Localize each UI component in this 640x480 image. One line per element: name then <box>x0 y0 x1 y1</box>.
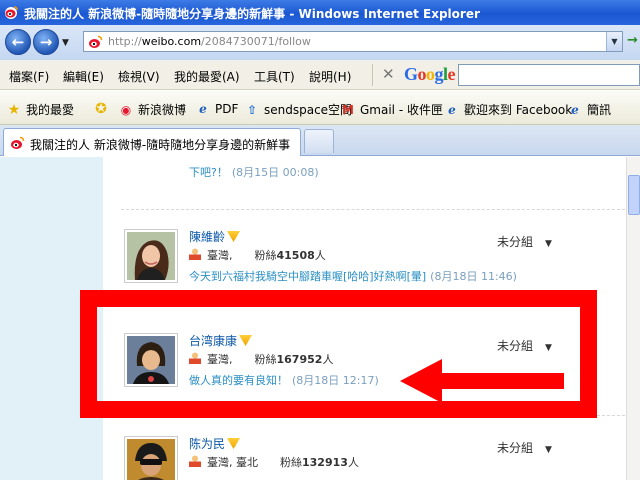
user-photo <box>127 232 175 280</box>
fav-item-facebook[interactable]: e 歡迎來到 Facebook <box>444 101 572 118</box>
fav-item-weibo[interactable]: ◉ 新浪微博 <box>118 101 186 118</box>
verified-v-icon <box>227 231 241 242</box>
group-dropdown[interactable]: 未分組 ▼ <box>497 439 552 456</box>
status-text[interactable]: 今天到六福村我騎空中腳踏車喔[哈哈]好熱啊[暈] (8月18日 11:46) <box>189 268 517 284</box>
address-bar[interactable]: http://weibo.com/2084730071/follow ▼ <box>83 31 623 52</box>
ie-page-icon: e <box>571 102 579 117</box>
menu-tools[interactable]: 工具(T) <box>254 68 295 85</box>
address-url[interactable]: http://weibo.com/2084730071/follow <box>108 35 311 48</box>
window-title: 我關注的人 新浪微博-隨時隨地分享身邊的新鮮事 - Windows Intern… <box>24 7 480 21</box>
avatar[interactable] <box>124 229 178 283</box>
weibo-favicon-icon <box>5 6 18 19</box>
red-arrow-icon <box>400 359 564 403</box>
ie-page-icon: e <box>448 102 456 117</box>
forward-arrow-icon: → <box>39 33 53 51</box>
window-title-bar: 我關注的人 新浪微博-隨時隨地分享身邊的新鮮事 - Windows Intern… <box>0 0 640 25</box>
tab-label: 我關注的人 新浪微博-隨時隨地分享身邊的新鮮事 <box>30 138 291 152</box>
menu-view[interactable]: 檢視(V) <box>118 68 160 85</box>
tab-bar: 我關注的人 新浪微博-隨時隨地分享身邊的新鮮事 <box>0 125 640 156</box>
add-favorite-button[interactable]: ✪ <box>93 101 113 117</box>
menu-file[interactable]: 檔案(F) <box>9 68 49 85</box>
menu-edit[interactable]: 編輯(E) <box>63 68 104 85</box>
add-star-icon: ✪ <box>95 101 107 117</box>
menu-divider <box>372 64 373 86</box>
google-search-input[interactable] <box>458 64 640 86</box>
back-arrow-icon: ← <box>11 33 25 51</box>
tab-active[interactable]: 我關注的人 新浪微博-隨時隨地分享身邊的新鮮事 <box>3 128 301 156</box>
back-button[interactable]: ← <box>5 29 31 55</box>
favorites-button[interactable]: ★ 我的最愛 <box>6 101 74 118</box>
google-logo-letter: o <box>426 64 435 84</box>
gmail-icon: M <box>342 102 354 117</box>
new-tab-button[interactable] <box>304 129 334 153</box>
forward-button[interactable]: → <box>33 29 59 55</box>
google-logo-letter: o <box>417 64 427 84</box>
google-logo-letter: e <box>447 64 456 84</box>
person-icon <box>189 455 201 467</box>
fav-item-sms[interactable]: e 簡訊 <box>567 101 611 118</box>
history-dropdown-icon[interactable]: ▼ <box>62 38 69 48</box>
fav-item-sendspace[interactable]: ⇧ sendspace空間 <box>244 101 352 118</box>
star-icon: ★ <box>7 101 21 118</box>
chevron-down-icon: ▼ <box>545 445 552 455</box>
chevron-down-icon: ▼ <box>545 239 552 249</box>
weibo-favicon-icon: ◉ <box>120 102 132 117</box>
menu-help[interactable]: 說明(H) <box>309 68 351 85</box>
address-dropdown-icon[interactable]: ▼ <box>606 32 622 51</box>
fav-item-gmail[interactable]: M Gmail - 收件匣 <box>340 101 443 118</box>
user-photo <box>127 439 175 480</box>
google-logo-letter: G <box>404 64 418 84</box>
favorites-bar: ★ 我的最愛 ✪ ◉ 新浪微博 e PDF ⇧ sendspace空間 M Gm… <box>0 91 640 125</box>
google-logo: Google <box>404 64 456 85</box>
menu-bar: 檔案(F) 編輯(E) 檢視(V) 我的最愛(A) 工具(T) 說明(H) ✕ … <box>0 60 640 90</box>
status-text[interactable]: 下吧?！ (8月15日 00:08) <box>189 164 319 180</box>
list-divider <box>121 209 640 210</box>
google-logo-letter: g <box>434 64 444 84</box>
weibo-favicon-icon <box>11 136 25 149</box>
go-arrow-icon[interactable]: → <box>627 33 638 48</box>
status-time: (8月18日 11:46) <box>430 270 517 283</box>
fav-item-pdf[interactable]: e PDF <box>195 101 238 117</box>
menu-favorites[interactable]: 我的最愛(A) <box>174 68 240 85</box>
avatar[interactable] <box>124 436 178 480</box>
person-icon <box>189 248 201 260</box>
vertical-scrollbar[interactable] <box>626 157 640 480</box>
upload-arrow-icon: ⇧ <box>246 102 258 117</box>
scrollbar-thumb[interactable] <box>628 175 640 215</box>
close-toolbar-icon[interactable]: ✕ <box>382 65 395 83</box>
user-name-link[interactable]: 陈为民 <box>189 435 241 452</box>
user-name-link[interactable]: 陳維齡 <box>189 228 241 245</box>
user-info: 臺灣, 粉絲41508人 <box>189 247 326 263</box>
ie-page-icon: e <box>199 102 207 116</box>
address-toolbar: ← → ▼ http://weibo.com/2084730071/follow… <box>0 25 640 60</box>
group-dropdown[interactable]: 未分組 ▼ <box>497 233 552 250</box>
weibo-favicon-icon <box>89 35 103 48</box>
user-info: 臺灣, 臺北 粉絲132913人 <box>189 454 359 470</box>
status-time: (8月15日 00:08) <box>231 166 319 179</box>
verified-v-icon <box>227 438 241 449</box>
